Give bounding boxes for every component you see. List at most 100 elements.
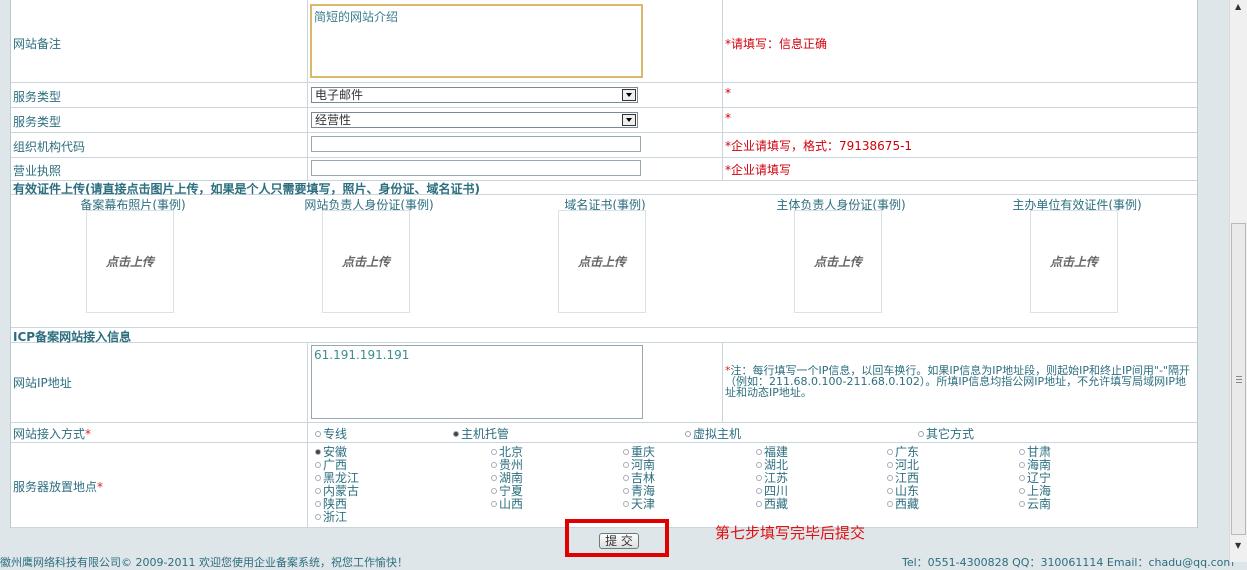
radio-icon <box>623 475 629 481</box>
province-label: 辽宁 <box>1027 471 1052 485</box>
province-label: 西藏 <box>895 497 920 511</box>
grip-line <box>1236 376 1242 377</box>
org-code-hint: *企业请填写，格式：79138675-1 <box>725 139 913 153</box>
province-label: 西藏 <box>764 497 789 511</box>
province-option[interactable]: 西藏 <box>887 498 919 511</box>
province-option[interactable]: 西藏 <box>756 498 788 511</box>
province-option[interactable]: 浙江 <box>315 511 347 524</box>
province-label: 福建 <box>764 445 789 459</box>
radio-icon <box>315 514 321 520</box>
province-label: 内蒙古 <box>323 484 360 498</box>
column-divider-2 <box>722 0 723 181</box>
province-label: 贵州 <box>499 458 524 472</box>
upload-box-4[interactable]: 点击上传 <box>794 210 882 313</box>
column-divider-4 <box>722 342 723 423</box>
access-option-dedicated[interactable]: 专线 <box>315 425 347 442</box>
license-hint: *企业请填写 <box>725 163 792 177</box>
chevron-down-icon <box>622 89 636 101</box>
province-label: 上海 <box>1027 484 1052 498</box>
step-annotation: 第七步填写完毕后提交 <box>715 524 866 542</box>
province-label: 湖南 <box>499 471 524 485</box>
radio-icon <box>491 488 497 494</box>
radio-icon <box>1019 462 1025 468</box>
radio-icon <box>887 462 893 468</box>
province-label: 江西 <box>895 471 920 485</box>
grip-line <box>1236 382 1242 383</box>
remark-textarea[interactable]: 简短的网站介绍 <box>310 4 643 78</box>
upload-box-1[interactable]: 点击上传 <box>86 210 174 313</box>
province-option[interactable]: 天津 <box>623 498 655 511</box>
province-label: 广西 <box>323 458 348 472</box>
scroll-up-icon[interactable]: ▲ <box>1235 2 1241 11</box>
province-label: 河北 <box>895 458 920 472</box>
service-type-label: 服务类型 <box>13 115 62 129</box>
service-type-hint-2: * <box>725 111 731 125</box>
radio-icon <box>756 501 762 507</box>
org-code-input[interactable] <box>311 136 641 152</box>
province-label: 广东 <box>895 445 920 459</box>
service-type-select-1[interactable]: 电子邮件 <box>311 87 638 103</box>
upload-box-2[interactable]: 点击上传 <box>322 210 410 313</box>
province-option[interactable]: 云南 <box>1019 498 1051 511</box>
province-label: 四川 <box>764 484 789 498</box>
province-label: 浙江 <box>323 510 348 524</box>
radio-icon <box>1019 449 1025 455</box>
upload-box-3[interactable]: 点击上传 <box>558 210 646 313</box>
access-label: 网站接入方式* <box>13 427 92 441</box>
radio-icon <box>887 501 893 507</box>
province-label: 宁夏 <box>499 484 524 498</box>
radio-checked-icon <box>453 431 459 437</box>
ip-row: 网站IP地址 61.191.191.191 *注：每行填写一个IP信息，以回车换… <box>11 342 1197 423</box>
column-divider-3 <box>307 342 308 528</box>
province-label: 天津 <box>631 497 656 511</box>
radio-icon <box>491 462 497 468</box>
org-code-label: 组织机构代码 <box>13 140 86 154</box>
scrollbar-thumb[interactable] <box>1231 223 1246 535</box>
province-label: 云南 <box>1027 497 1052 511</box>
remark-hint: *请填写：信息正确 <box>725 37 828 51</box>
radio-icon <box>315 488 321 494</box>
radio-icon <box>756 488 762 494</box>
remark-label: 网站备注 <box>13 37 62 51</box>
column-divider-1 <box>307 0 308 181</box>
province-label: 青海 <box>631 484 656 498</box>
province-label: 黑龙江 <box>323 471 360 485</box>
access-option-virtual[interactable]: 虚拟主机 <box>685 425 741 442</box>
radio-icon <box>315 431 321 437</box>
radio-icon <box>491 449 497 455</box>
radio-icon <box>491 475 497 481</box>
radio-icon <box>685 431 691 437</box>
access-option-other[interactable]: 其它方式 <box>918 425 974 442</box>
footer-right: Tel：0551-4300828 QQ：310061114 Email：chad… <box>902 556 1235 569</box>
province-label: 北京 <box>499 445 524 459</box>
radio-checked-icon <box>315 449 321 455</box>
ip-textarea[interactable]: 61.191.191.191 <box>311 345 643 419</box>
radio-icon <box>756 449 762 455</box>
province-label: 河南 <box>631 458 656 472</box>
license-row: 营业执照 *企业请填写 <box>11 158 1197 181</box>
access-option-hosting[interactable]: 主机托管 <box>453 425 509 442</box>
province-label: 重庆 <box>631 445 656 459</box>
upload-box-5[interactable]: 点击上传 <box>1030 210 1118 313</box>
grip-line <box>1236 379 1242 380</box>
form-page: 网站备注 简短的网站介绍 *请填写：信息正确 服务类型 电子邮件 * 服务类型 … <box>10 0 1198 528</box>
province-label: 吉林 <box>631 471 656 485</box>
radio-icon <box>1019 501 1025 507</box>
radio-icon <box>623 449 629 455</box>
radio-icon <box>315 475 321 481</box>
vertical-scrollbar[interactable]: ▲ ▼ <box>1229 0 1247 562</box>
license-input[interactable] <box>311 160 641 176</box>
province-option[interactable]: 山西 <box>491 498 523 511</box>
province-label: 山东 <box>895 484 920 498</box>
province-label: 山西 <box>499 497 524 511</box>
province-label: 陕西 <box>323 497 348 511</box>
org-code-row: 组织机构代码 *企业请填写，格式：79138675-1 <box>11 133 1197 158</box>
service-type-select-2[interactable]: 经营性 <box>311 112 638 128</box>
radio-icon <box>918 431 924 437</box>
radio-icon <box>756 475 762 481</box>
province-label: 湖北 <box>764 458 789 472</box>
highlight-box <box>565 519 669 557</box>
scroll-down-icon[interactable]: ▼ <box>1235 541 1241 550</box>
radio-icon <box>491 501 497 507</box>
service-type-row-2: 服务类型 经营性 * <box>11 108 1197 133</box>
